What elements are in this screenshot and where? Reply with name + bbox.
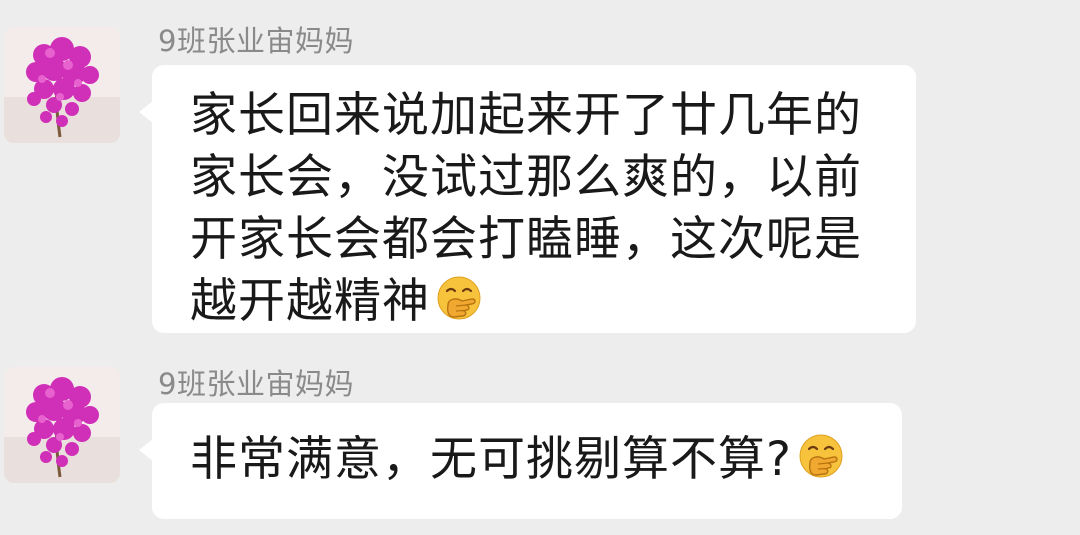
message-text: 非常满意，无可挑剔算不算? [190,432,846,487]
message-bubble[interactable]: 非常满意，无可挑剔算不算? [139,403,902,519]
avatar[interactable] [4,367,120,483]
avatar-flower-image [4,27,120,143]
chat-message: 9班张业宙妈妈 非常满意，无可挑剔算不算? [0,345,1080,535]
avatar-flower-image [4,367,120,483]
sender-name: 9班张业宙妈妈 [158,24,354,58]
hand-over-mouth-emoji-icon [796,433,846,483]
message-text: 家长回来说加起来开了廿几年的家长会，没试过那么爽的，以前开家长会都会打瞌睡，这次… [190,88,862,329]
hand-over-mouth-emoji-icon [434,275,484,325]
message-bubble[interactable]: 家长回来说加起来开了廿几年的家长会，没试过那么爽的，以前开家长会都会打瞌睡，这次… [139,65,916,333]
chat-message-list: 9班张业宙妈妈 家长回来说加起来开了廿几年的家长会，没试过那么爽的，以前开家长会… [0,0,1080,535]
avatar[interactable] [4,27,120,143]
sender-name: 9班张业宙妈妈 [158,367,354,401]
chat-message: 9班张业宙妈妈 家长回来说加起来开了廿几年的家长会，没试过那么爽的，以前开家长会… [0,0,1080,345]
